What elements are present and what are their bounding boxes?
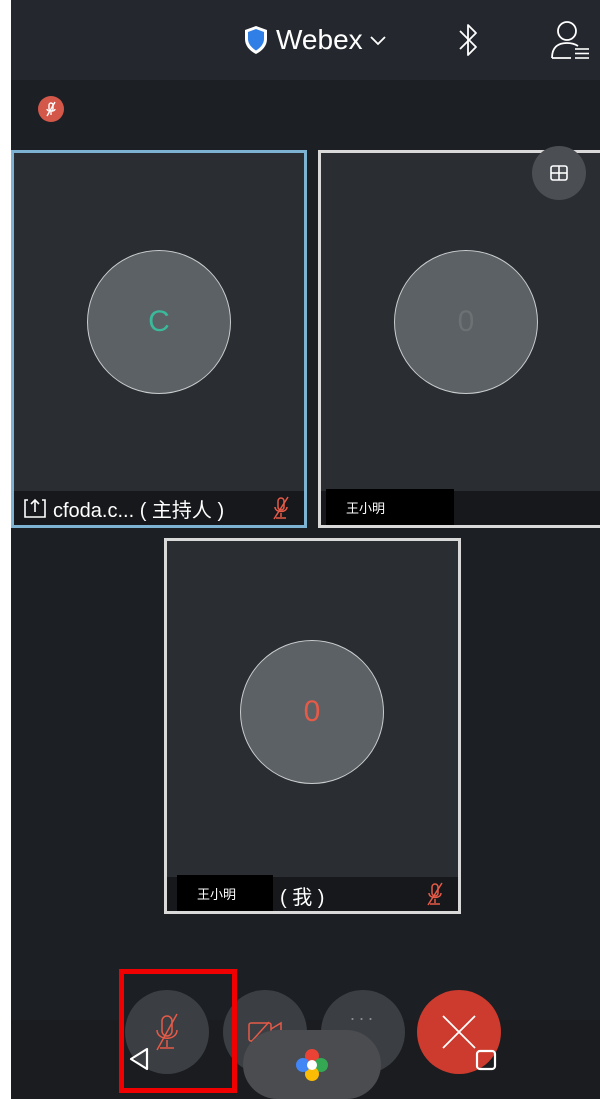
assistant-button[interactable] bbox=[243, 1030, 381, 1099]
participant-tile-self[interactable]: 0 ( 我 ) 王小明 bbox=[164, 538, 461, 914]
app-title: Webex bbox=[276, 24, 363, 55]
grid-icon bbox=[550, 165, 568, 181]
bluetooth-icon[interactable] bbox=[453, 20, 483, 60]
avatar-initial: C bbox=[148, 305, 170, 338]
mic-off-icon bbox=[273, 496, 289, 520]
shield-icon bbox=[245, 26, 267, 54]
participant-name: 王小明 bbox=[326, 489, 454, 525]
meeting-screen: Webex C cfoda.c... (主持人) 0 王小明 0 (我)… bbox=[11, 0, 600, 1099]
participants-icon[interactable] bbox=[547, 18, 591, 62]
participant-tile[interactable]: 0 王小明 bbox=[318, 150, 600, 528]
app-title-menu[interactable]: Webex bbox=[243, 22, 387, 58]
chevron-down-icon bbox=[370, 36, 386, 46]
top-bar: Webex bbox=[11, 0, 600, 80]
self-tag: ( 我 ) bbox=[280, 887, 325, 909]
avatar: C bbox=[87, 250, 231, 394]
participant-name: 王小明 bbox=[177, 875, 273, 911]
avatar-initial: 0 bbox=[303, 695, 321, 728]
share-screen-icon bbox=[24, 498, 46, 518]
muted-status-badge bbox=[38, 96, 64, 122]
participant-tile-host[interactable]: C cfoda.c... ( 主持人 ) bbox=[11, 150, 307, 528]
participant-name: cfoda.c... ( 主持人 ) bbox=[53, 499, 225, 522]
avatar: 0 bbox=[240, 640, 384, 784]
recent-apps-icon[interactable] bbox=[475, 1049, 497, 1071]
more-dots-icon: ··· bbox=[349, 1007, 377, 1028]
assistant-icon bbox=[296, 1048, 328, 1081]
name-bar: cfoda.c... ( 主持人 ) bbox=[14, 491, 304, 525]
layout-grid-button[interactable] bbox=[532, 146, 586, 200]
mic-off-icon bbox=[46, 101, 56, 117]
mic-off-icon bbox=[427, 882, 443, 906]
avatar-initial: 0 bbox=[457, 305, 475, 338]
close-icon bbox=[442, 1015, 476, 1049]
mute-button-highlight bbox=[119, 969, 237, 1093]
avatar: 0 bbox=[394, 250, 538, 394]
